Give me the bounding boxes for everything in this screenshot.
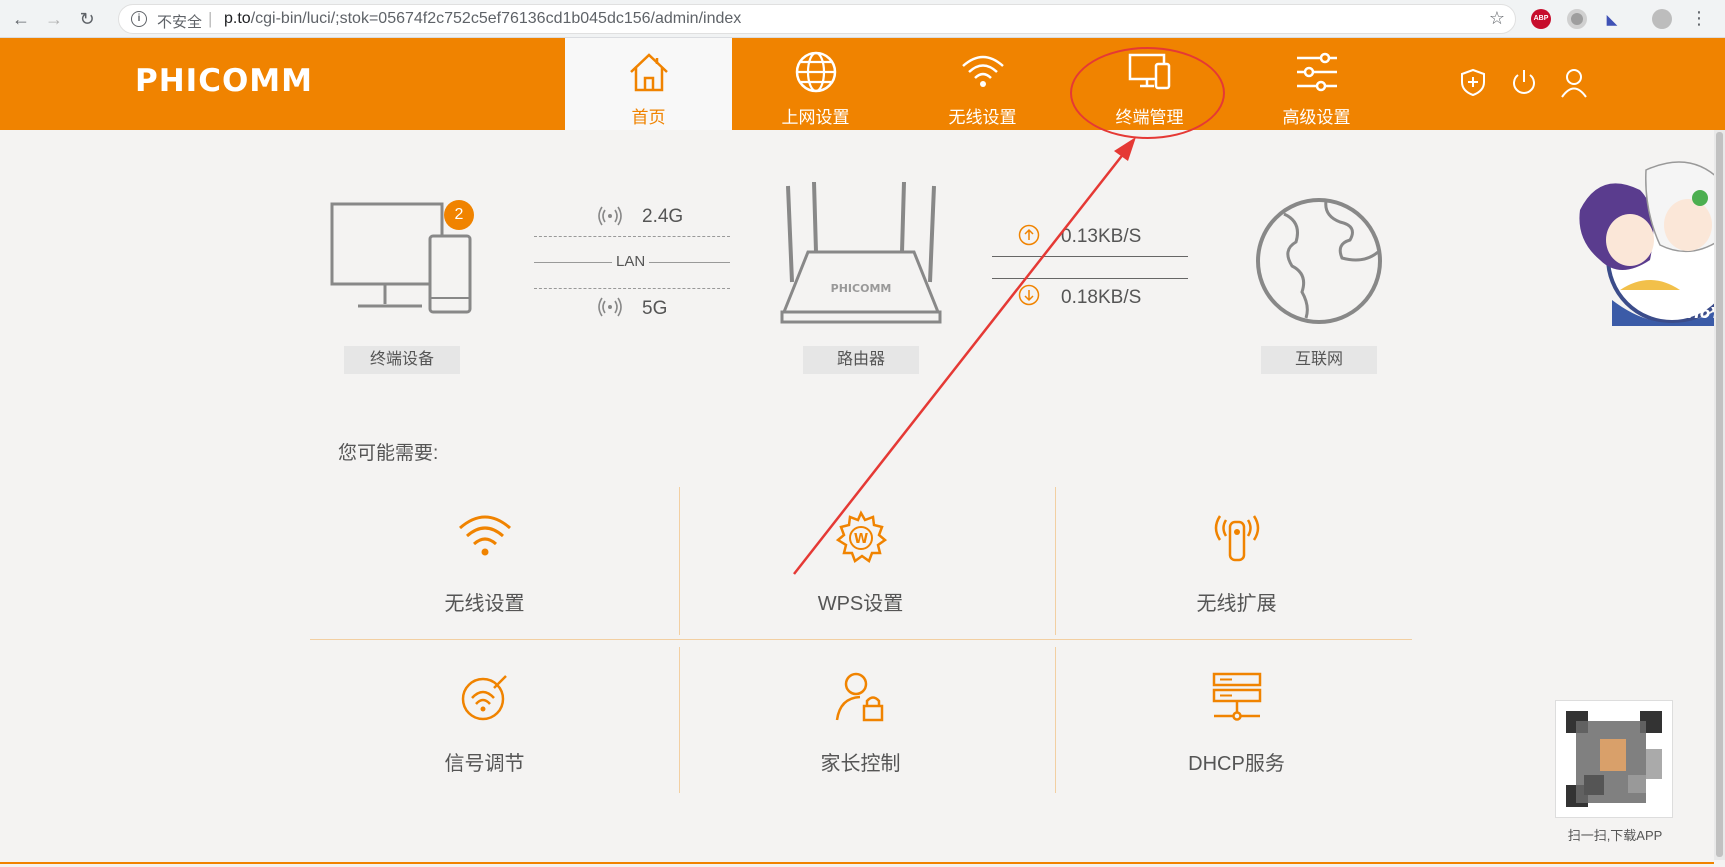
upload-speed: 0.13KB/S: [1061, 226, 1142, 247]
router-header: PHICOMM 首页 上网设置 无线设置 终端管理 高级设置: [0, 38, 1725, 130]
lan-label: LAN: [612, 253, 650, 270]
tile-wireless-settings[interactable]: 无线设置: [296, 490, 673, 640]
speed-line-top: [992, 256, 1188, 257]
address-bar[interactable]: i 不安全 | p.to/cgi-bin/luci/;stok=05674f2c…: [118, 4, 1516, 34]
band-24g-divider: [534, 236, 730, 237]
url-path: /cgi-bin/luci/;stok=05674f2c752c5ef76136…: [250, 10, 742, 27]
nav-internet-settings-label: 上网设置: [781, 108, 850, 127]
network-status-panel: 2 终端设备 2.4G LAN 5G PHICOMM 路由器 0.13KB/S …: [0, 130, 1725, 430]
extension-circle-icon[interactable]: [1567, 9, 1587, 29]
wifi-icon: [459, 515, 511, 556]
browser-menu-icon[interactable]: ⋮: [1690, 8, 1708, 28]
tile-parental-control-label: 家长控制: [820, 753, 901, 775]
parental-lock-icon: [835, 672, 884, 722]
nav-advanced-settings-label: 高级设置: [1282, 108, 1351, 127]
reload-icon[interactable]: ↻: [76, 8, 98, 30]
qr-code-icon: [1562, 707, 1666, 811]
wifi-icon: [962, 55, 1004, 87]
band-5g-divider: [534, 288, 730, 289]
band-5g-label: 5G: [642, 298, 668, 319]
footer-accent-line: [0, 862, 1714, 864]
router-label[interactable]: 路由器: [803, 346, 919, 374]
suggestions-title: 您可能需要:: [338, 443, 439, 464]
wifi-signal-icon: [598, 206, 622, 226]
app-qr-code: [1555, 700, 1673, 818]
internet-globe-icon[interactable]: [1254, 196, 1384, 326]
annotation-ellipse: [1070, 47, 1225, 139]
wps-gear-icon: W: [835, 510, 888, 563]
sliders-icon: [1297, 52, 1337, 92]
router-icon[interactable]: PHICOMM: [778, 182, 944, 328]
nav-home[interactable]: 首页: [565, 38, 732, 130]
download-arrow-icon: [1018, 284, 1040, 306]
tile-wireless-settings-label: 无线设置: [444, 593, 525, 615]
nav-advanced-settings[interactable]: 高级设置: [1233, 38, 1400, 130]
server-icon: [1212, 672, 1262, 721]
security-shield-icon[interactable]: [1460, 68, 1486, 96]
security-label: 不安全: [157, 14, 203, 31]
tile-dhcp-service[interactable]: DHCP服务: [1048, 650, 1425, 800]
signal-adjust-icon: [461, 675, 507, 721]
tile-wireless-extension[interactable]: 无线扩展: [1048, 490, 1425, 640]
signal-tower-icon: [1214, 515, 1260, 562]
back-icon[interactable]: ←: [10, 8, 32, 30]
url-text: p.to/cgi-bin/luci/;stok=05674f2c752c5ef7…: [224, 10, 741, 28]
extension-bird-icon[interactable]: ◣: [1602, 9, 1622, 29]
mascot-sticker[interactable]: miHoYo: [1560, 150, 1725, 335]
svg-text:W: W: [854, 532, 868, 547]
nav-home-label: 首页: [631, 108, 666, 127]
adblock-extension-icon[interactable]: ABP: [1531, 9, 1551, 29]
nav-internet-settings[interactable]: 上网设置: [732, 38, 899, 130]
tile-dhcp-service-label: DHCP服务: [1188, 753, 1285, 775]
tile-wireless-extension-label: 无线扩展: [1196, 593, 1277, 615]
terminal-devices-label[interactable]: 终端设备: [344, 346, 460, 374]
home-icon: [630, 53, 668, 92]
user-icon[interactable]: [1560, 68, 1588, 98]
separator: |: [208, 9, 213, 28]
router-brand-text: PHICOMM: [831, 282, 892, 295]
tile-parental-control[interactable]: 家长控制: [672, 650, 1049, 800]
speed-line-bottom: [992, 278, 1188, 279]
tile-wps-settings[interactable]: W WPS设置: [672, 490, 1049, 640]
phicomm-logo: PHICOMM: [135, 63, 313, 99]
nav-wireless-settings-label: 无线设置: [948, 108, 1017, 127]
tile-wps-settings-label: WPS设置: [817, 593, 904, 615]
profile-avatar-icon[interactable]: [1652, 9, 1672, 29]
wifi-signal-icon: [598, 297, 622, 317]
info-icon[interactable]: i: [131, 11, 147, 27]
internet-label[interactable]: 互联网: [1261, 346, 1377, 374]
bookmark-star-icon[interactable]: ☆: [1489, 8, 1505, 29]
qr-caption: 扫一扫,下载APP: [1567, 828, 1663, 843]
browser-toolbar: ← → ↻ i 不安全 | p.to/cgi-bin/luci/;stok=05…: [0, 0, 1725, 38]
download-speed: 0.18KB/S: [1061, 287, 1142, 308]
upload-arrow-icon: [1018, 224, 1040, 246]
power-icon[interactable]: [1510, 68, 1538, 96]
tile-signal-adjust-label: 信号调节: [444, 753, 525, 775]
globe-icon: [795, 51, 837, 93]
band-24g-label: 2.4G: [642, 206, 684, 227]
url-host: p.to: [224, 10, 251, 27]
page-scrollbar-thumb[interactable]: [1716, 132, 1723, 857]
tile-signal-adjust[interactable]: 信号调节: [296, 650, 673, 800]
nav-wireless-settings[interactable]: 无线设置: [899, 38, 1066, 130]
device-count-badge: 2: [444, 200, 474, 230]
forward-icon[interactable]: →: [43, 8, 65, 30]
